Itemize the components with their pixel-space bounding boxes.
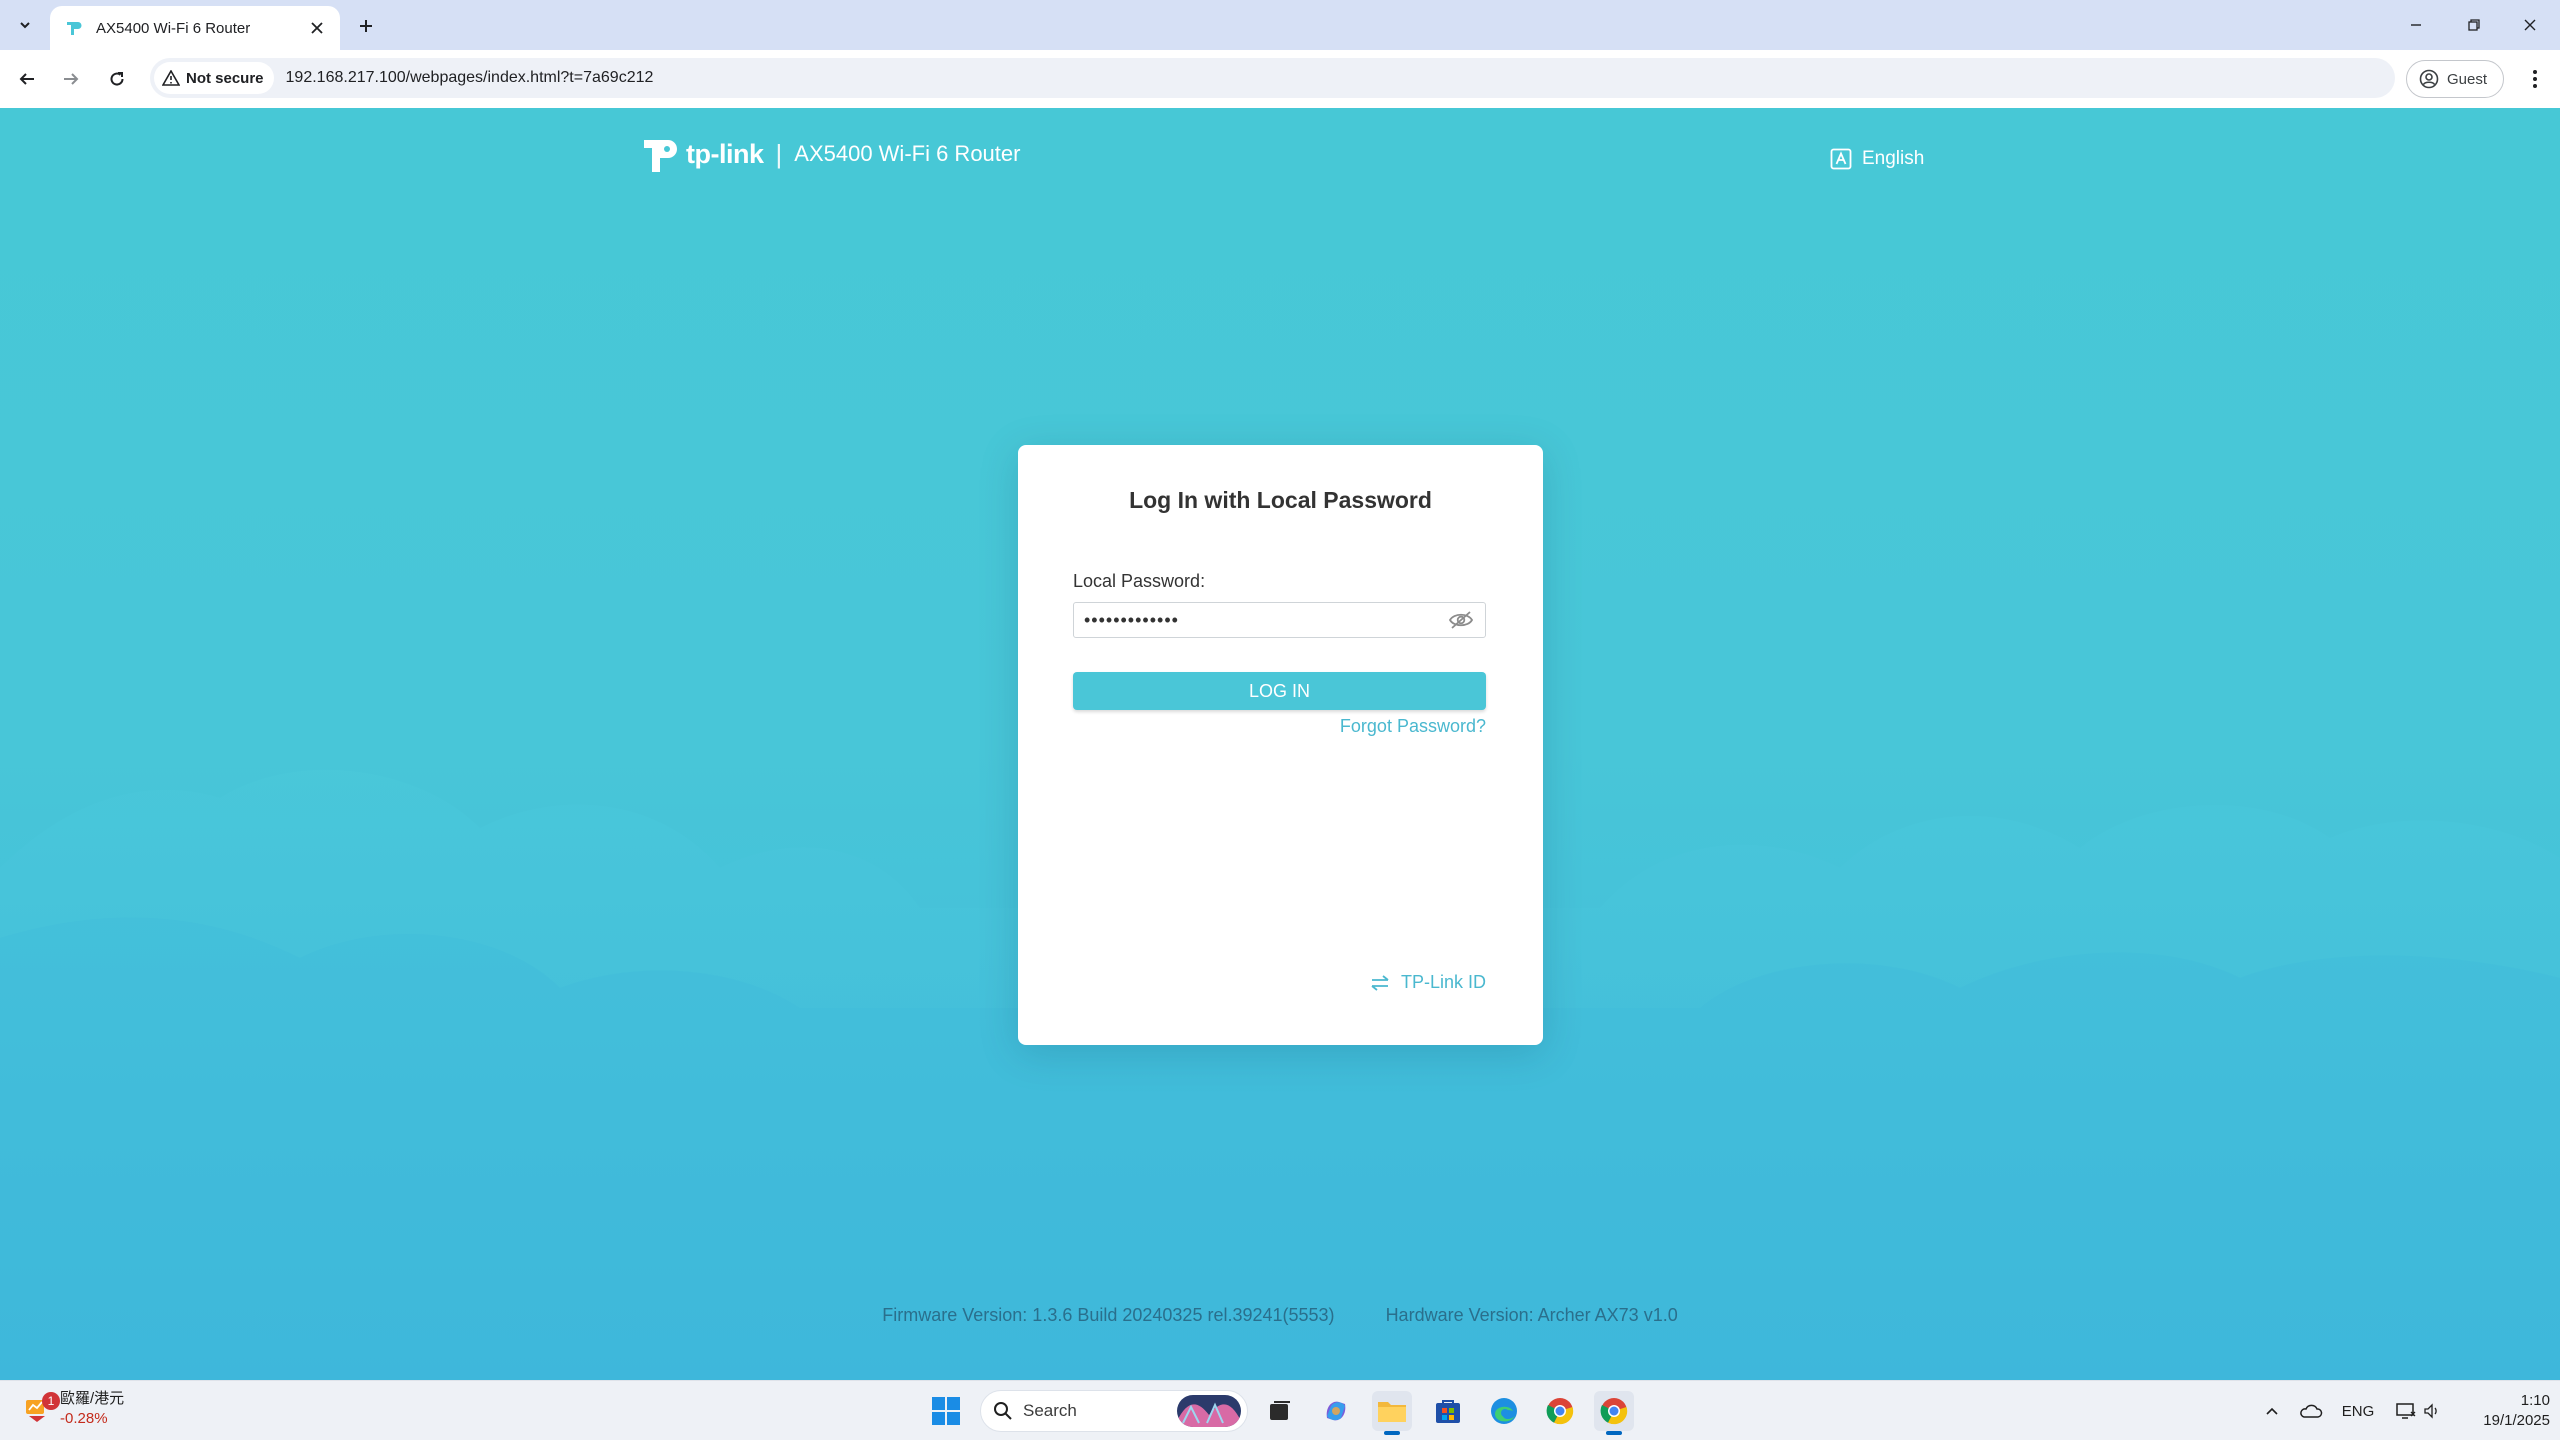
new-tab-button[interactable] bbox=[352, 12, 380, 40]
chrome-icon bbox=[1546, 1398, 1574, 1425]
switch-icon bbox=[1371, 974, 1389, 991]
start-button[interactable] bbox=[926, 1391, 966, 1431]
forward-button[interactable] bbox=[56, 64, 86, 94]
store-icon bbox=[1436, 1400, 1460, 1423]
version-footer: Firmware Version: 1.3.6 Build 20240325 r… bbox=[0, 1305, 2560, 1326]
router-login-page: tp-link | AX5400 Wi-Fi 6 Router English … bbox=[0, 108, 2560, 1380]
brand-separator: | bbox=[775, 138, 783, 169]
tab-search-button[interactable] bbox=[10, 11, 40, 39]
input-language[interactable]: ENG bbox=[2338, 1395, 2378, 1427]
file-explorer-button[interactable] bbox=[1372, 1391, 1412, 1435]
profile-button[interactable]: Guest bbox=[2406, 60, 2504, 98]
account-icon bbox=[2419, 69, 2439, 89]
task-view-button[interactable] bbox=[1260, 1391, 1300, 1431]
browser-menu-button[interactable] bbox=[2520, 64, 2550, 94]
widget-badge: 1 bbox=[42, 1392, 60, 1410]
eye-off-icon[interactable] bbox=[1447, 608, 1475, 632]
copilot-icon bbox=[1326, 1401, 1346, 1421]
chrome-guest-button[interactable] bbox=[1594, 1391, 1634, 1435]
chrome-icon bbox=[1600, 1398, 1628, 1425]
copilot-button[interactable] bbox=[1316, 1391, 1356, 1431]
stock-widget[interactable]: 1 歐羅/港元 -0.28% bbox=[22, 1389, 124, 1429]
store-button[interactable] bbox=[1428, 1391, 1468, 1431]
tray-overflow-button[interactable] bbox=[2260, 1395, 2284, 1427]
stock-chart-icon: 1 bbox=[22, 1392, 60, 1424]
language-selector[interactable]: English bbox=[1830, 148, 1924, 170]
chevron-up-icon bbox=[2266, 1407, 2278, 1415]
minimize-icon bbox=[2411, 24, 2421, 26]
widget-value: -0.28% bbox=[60, 1410, 108, 1427]
login-button[interactable]: LOG IN bbox=[1073, 672, 1486, 710]
windows-taskbar: 1 歐羅/港元 -0.28% Search ENG 1:10 19/1/2025 bbox=[0, 1380, 2560, 1440]
router-model: AX5400 Wi-Fi 6 Router bbox=[794, 141, 1021, 166]
warning-icon bbox=[162, 70, 180, 86]
tab-close-icon[interactable] bbox=[306, 17, 328, 39]
security-label: Not secure bbox=[186, 69, 264, 87]
password-input[interactable]: ••••••••••••• bbox=[1073, 602, 1486, 638]
language-icon bbox=[1830, 148, 1852, 170]
browser-tab[interactable]: AX5400 Wi-Fi 6 Router bbox=[50, 6, 340, 50]
clock-time: 1:10 bbox=[2520, 1392, 2550, 1409]
tplink-logo-icon bbox=[644, 140, 677, 172]
chevron-down-icon bbox=[20, 22, 30, 29]
network-icon bbox=[2396, 1403, 2416, 1419]
task-view-icon bbox=[1270, 1401, 1290, 1420]
restore-icon bbox=[2468, 19, 2480, 31]
tplink-id-label: TP-Link ID bbox=[1400, 972, 1486, 992]
taskbar-search[interactable]: Search bbox=[980, 1390, 1248, 1432]
windows-logo-icon bbox=[932, 1397, 960, 1425]
minimize-button[interactable] bbox=[2396, 8, 2436, 42]
browser-titlebar: AX5400 Wi-Fi 6 Router bbox=[0, 0, 2560, 50]
search-placeholder: Search bbox=[1023, 1401, 1077, 1420]
restore-button[interactable] bbox=[2454, 8, 2494, 42]
arrow-left-icon bbox=[19, 73, 34, 85]
more-vertical-icon bbox=[2533, 70, 2537, 88]
system-clock[interactable]: 1:10 19/1/2025 bbox=[2440, 1391, 2550, 1431]
arrow-right-icon bbox=[64, 73, 79, 85]
logo-text: tp-link bbox=[686, 138, 764, 169]
hardware-version: Hardware Version: Archer AX73 v1.0 bbox=[1385, 1305, 1678, 1325]
cloud-icon bbox=[2300, 1404, 2323, 1418]
forgot-password-link[interactable]: Forgot Password? bbox=[1340, 716, 1486, 737]
brand-header: tp-link | AX5400 Wi-Fi 6 Router bbox=[638, 130, 1020, 178]
address-bar[interactable]: Not secure 192.168.217.100/webpages/inde… bbox=[150, 58, 2395, 98]
password-label: Local Password: bbox=[1073, 571, 1206, 591]
url-text[interactable]: 192.168.217.100/webpages/index.html?t=7a… bbox=[286, 69, 654, 87]
folder-icon bbox=[1378, 1402, 1406, 1422]
tplink-logo: tp-link bbox=[638, 132, 764, 176]
tplink-id-link[interactable]: TP-Link ID bbox=[1369, 972, 1486, 993]
login-card: Log In with Local Password Local Passwor… bbox=[1018, 445, 1543, 1045]
search-highlight-image bbox=[1177, 1395, 1241, 1427]
network-button[interactable] bbox=[2392, 1395, 2420, 1427]
close-icon bbox=[2524, 19, 2536, 31]
security-chip[interactable]: Not secure bbox=[154, 62, 274, 94]
clock-date: 19/1/2025 bbox=[2483, 1412, 2550, 1429]
back-button[interactable] bbox=[12, 64, 42, 94]
password-value: ••••••••••••• bbox=[1084, 609, 1179, 630]
close-window-button[interactable] bbox=[2510, 8, 2550, 42]
browser-toolbar: Not secure 192.168.217.100/webpages/inde… bbox=[0, 50, 2560, 108]
reload-icon bbox=[110, 72, 124, 86]
login-title: Log In with Local Password bbox=[1129, 487, 1432, 513]
profile-label: Guest bbox=[2447, 70, 2488, 88]
plus-icon bbox=[360, 20, 372, 32]
speaker-icon bbox=[2424, 1403, 2437, 1419]
onedrive-button[interactable] bbox=[2296, 1395, 2326, 1427]
firmware-version: Firmware Version: 1.3.6 Build 20240325 r… bbox=[882, 1305, 1335, 1325]
volume-button[interactable] bbox=[2422, 1395, 2442, 1427]
edge-icon bbox=[1491, 1398, 1517, 1424]
tab-title: AX5400 Wi-Fi 6 Router bbox=[96, 19, 251, 37]
language-label: English bbox=[1862, 148, 1925, 169]
widget-title: 歐羅/港元 bbox=[60, 1390, 125, 1407]
tplink-favicon-icon bbox=[62, 17, 84, 39]
reload-button[interactable] bbox=[102, 64, 132, 94]
edge-button[interactable] bbox=[1484, 1391, 1524, 1431]
search-icon bbox=[994, 1402, 1012, 1420]
chrome-button[interactable] bbox=[1540, 1391, 1580, 1431]
